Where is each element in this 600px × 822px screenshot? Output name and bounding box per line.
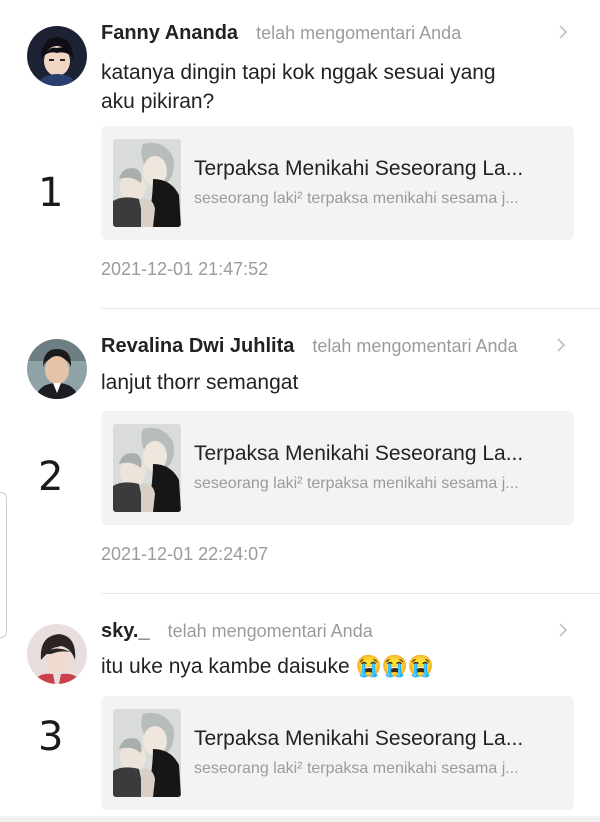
comment-line: katanya dingin tapi kok nggak sesuai yan…: [101, 61, 496, 84]
timestamp: 2021-12-01 21:47:52: [101, 259, 269, 279]
story-card[interactable]: Terpaksa Menikahi Seseorang La... seseor…: [101, 411, 574, 525]
username[interactable]: Fanny Ananda: [101, 22, 238, 45]
bottom-separator: [0, 816, 600, 822]
story-cover-thumbnail: [113, 139, 181, 227]
action-text: telah mengomentari Anda: [312, 335, 518, 356]
notification-item[interactable]: Revalina Dwi Juhlita telah mengomentari …: [0, 309, 600, 594]
comment-text: itu uke nya kambe daisuke 😭😭😭: [101, 652, 570, 681]
notification-item[interactable]: sky._ telah mengomentari Anda itu uke ny…: [0, 594, 600, 816]
story-title: Terpaksa Menikahi Seseorang La...: [194, 727, 524, 750]
edge-drawer-handle[interactable]: [0, 492, 7, 638]
username[interactable]: Revalina Dwi Juhlita: [101, 335, 294, 358]
comment-text: katanya dingin tapi kok nggak sesuai yan…: [101, 58, 570, 116]
comment-line: lanjut thorr semangat: [101, 371, 299, 394]
notification-item[interactable]: Fanny Ananda telah mengomentari Anda kat…: [0, 0, 600, 309]
anime-character-avatar-icon: [27, 624, 87, 684]
notification-header: sky._ telah mengomentari Anda: [101, 616, 570, 646]
anime-boy-avatar-icon: [27, 26, 87, 86]
comment-line: itu uke nya kambe daisuke 😭😭😭: [101, 655, 434, 678]
username[interactable]: sky._: [101, 620, 150, 643]
man-portrait-avatar-icon: [27, 339, 87, 399]
story-cover-thumbnail: [113, 424, 181, 512]
action-text: telah mengomentari Anda: [256, 22, 462, 43]
notification-header: Fanny Ananda telah mengomentari Anda: [101, 18, 570, 48]
story-card[interactable]: Terpaksa Menikahi Seseorang La... seseor…: [101, 126, 574, 240]
story-description: seseorang laki² terpaksa menikahi sesama…: [194, 760, 519, 777]
annotation-number: 3: [38, 714, 64, 760]
action-text: telah mengomentari Anda: [167, 620, 373, 641]
story-card[interactable]: Terpaksa Menikahi Seseorang La... seseor…: [101, 696, 574, 810]
chevron-right-icon[interactable]: [554, 338, 568, 352]
story-cover-thumbnail: [113, 709, 181, 797]
annotation-number: 1: [38, 170, 64, 216]
chevron-right-icon[interactable]: [556, 25, 570, 39]
avatar[interactable]: [27, 624, 87, 684]
comment-line: aku pikiran?: [101, 90, 215, 113]
story-title: Terpaksa Menikahi Seseorang La...: [194, 157, 524, 180]
notification-header: Revalina Dwi Juhlita telah mengomentari …: [101, 331, 570, 361]
annotation-number: 2: [38, 454, 64, 500]
story-title: Terpaksa Menikahi Seseorang La...: [194, 442, 524, 465]
story-description: seseorang laki² terpaksa menikahi sesama…: [194, 475, 519, 492]
timestamp: 2021-12-01 22:24:07: [101, 544, 269, 564]
avatar[interactable]: [27, 26, 87, 86]
chevron-right-icon[interactable]: [556, 623, 570, 637]
story-description: seseorang laki² terpaksa menikahi sesama…: [194, 190, 519, 207]
avatar[interactable]: [27, 339, 87, 399]
comment-text: lanjut thorr semangat: [101, 368, 570, 397]
